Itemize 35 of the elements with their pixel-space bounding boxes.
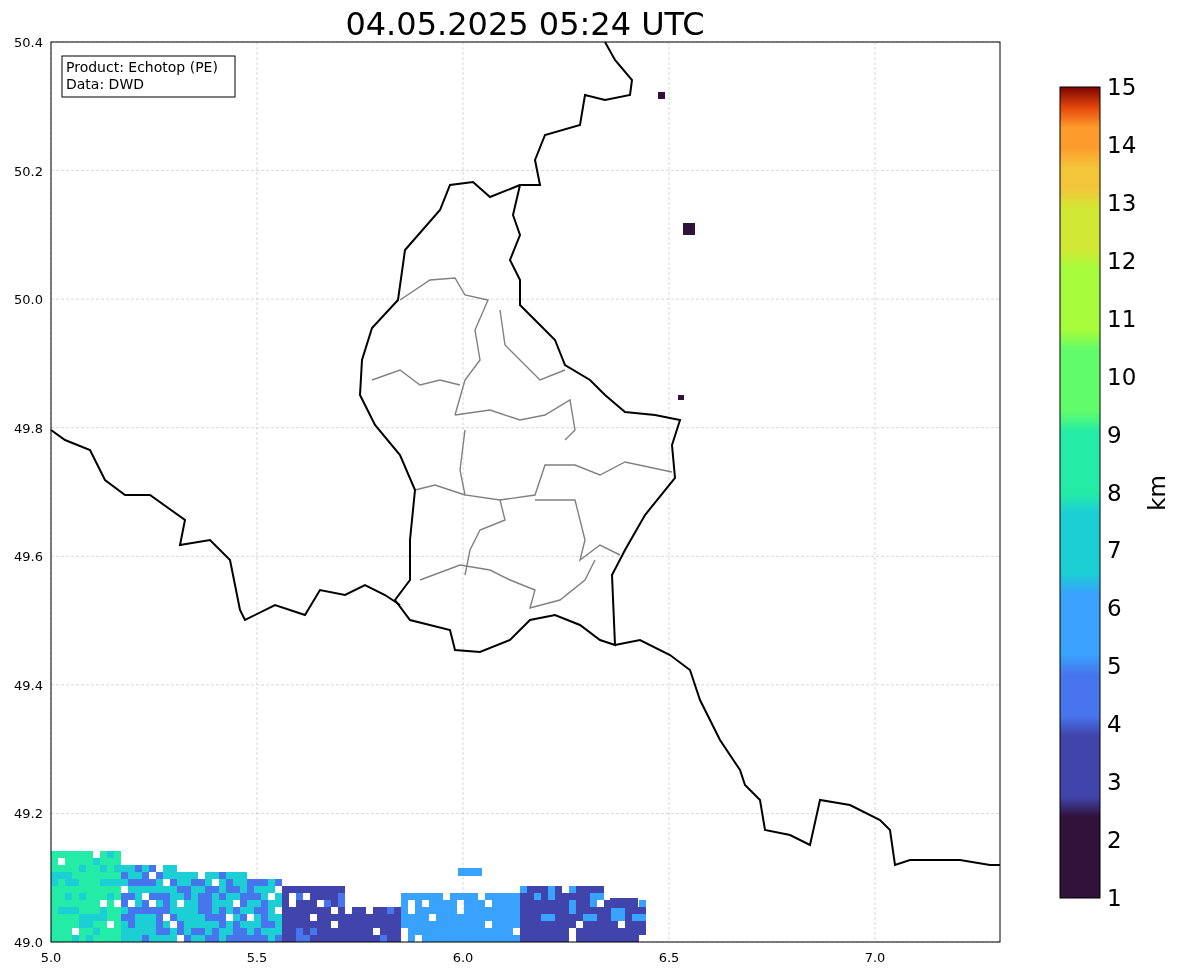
radar-pixel [658,92,665,99]
info-text: Data: DWD [66,76,144,92]
colorbar-label: km [1144,475,1170,511]
colorbar-tick-label: 12 [1107,247,1137,274]
x-tick-label: 7.0 [864,950,886,965]
x-tick-label: 5.0 [40,950,62,965]
y-tick-label: 50.0 [14,292,43,308]
x-tick-label: 6.5 [658,950,680,965]
info-text: Product: Echotop (PE) [66,59,218,75]
colorbar-tick-label: 15 [1107,74,1137,100]
colorbar-tick-label: 3 [1107,769,1122,796]
colorbar-tick-label: 5 [1107,653,1122,680]
radar-pixel [678,395,684,400]
colorbar-tick-label: 10 [1107,363,1137,390]
colorbar-tick-label: 7 [1107,537,1122,564]
radar-pixel [683,223,695,235]
colorbar-tick-label: 14 [1107,131,1137,158]
colorbar-tick-label: 1 [1107,885,1122,911]
colorbar-tick-label: 2 [1107,827,1122,854]
colorbar-tick-label: 9 [1107,421,1122,448]
y-tick-label: 49.4 [14,677,43,693]
colorbar-tick-label: 11 [1107,305,1137,332]
y-tick-label: 49.6 [14,549,43,565]
x-tick-label: 6.0 [452,950,474,965]
y-tick-label: 50.4 [14,35,43,50]
x-tick-label: 5.5 [246,950,268,965]
chart-title: 04.05.2025 05:24 UTC [345,5,705,43]
y-tick-label: 50.2 [14,163,43,179]
colorbar-tick-label: 8 [1107,479,1122,506]
colorbar-tick-label: 6 [1107,595,1122,622]
y-tick-label: 49.2 [14,806,43,822]
colorbar-tick-label: 4 [1107,711,1122,738]
y-tick-label: 49.0 [14,935,43,950]
y-tick-label: 49.8 [14,420,43,436]
colorbar-tick-label: 13 [1107,189,1137,216]
